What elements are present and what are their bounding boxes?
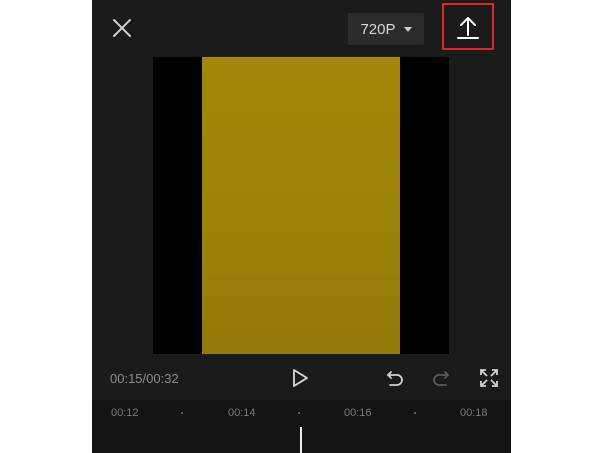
- caret-down-icon: [403, 26, 412, 32]
- video-preview[interactable]: [153, 57, 449, 354]
- playhead[interactable]: [300, 427, 302, 453]
- tick-label: 00:16: [344, 407, 372, 419]
- close-button[interactable]: [106, 12, 138, 44]
- undo-icon: [387, 371, 403, 386]
- tick-dot: [181, 412, 183, 414]
- resolution-dropdown[interactable]: 720P: [348, 13, 424, 45]
- video-frame: [202, 57, 400, 354]
- upload-icon: [457, 16, 479, 39]
- tick-dot: [298, 412, 300, 414]
- redo-button[interactable]: [430, 366, 452, 390]
- redo-icon: [433, 371, 449, 386]
- time-readout: 00:15/00:32: [110, 371, 179, 386]
- export-button[interactable]: [442, 3, 494, 50]
- fullscreen-icon: [480, 369, 498, 387]
- tick-label: 00:12: [111, 407, 139, 419]
- fullscreen-button[interactable]: [477, 366, 501, 390]
- close-icon: [113, 19, 131, 37]
- video-editor-export-screen: 720P 00:15/00:32 00:12 00:14 00:16 00:18: [92, 0, 511, 453]
- resolution-label: 720P: [360, 20, 396, 38]
- tick-dot: [414, 412, 416, 414]
- play-button[interactable]: [288, 366, 312, 390]
- play-icon: [293, 369, 308, 387]
- tick-label: 00:14: [228, 407, 256, 419]
- undo-button[interactable]: [384, 366, 406, 390]
- tick-label: 00:18: [460, 407, 488, 419]
